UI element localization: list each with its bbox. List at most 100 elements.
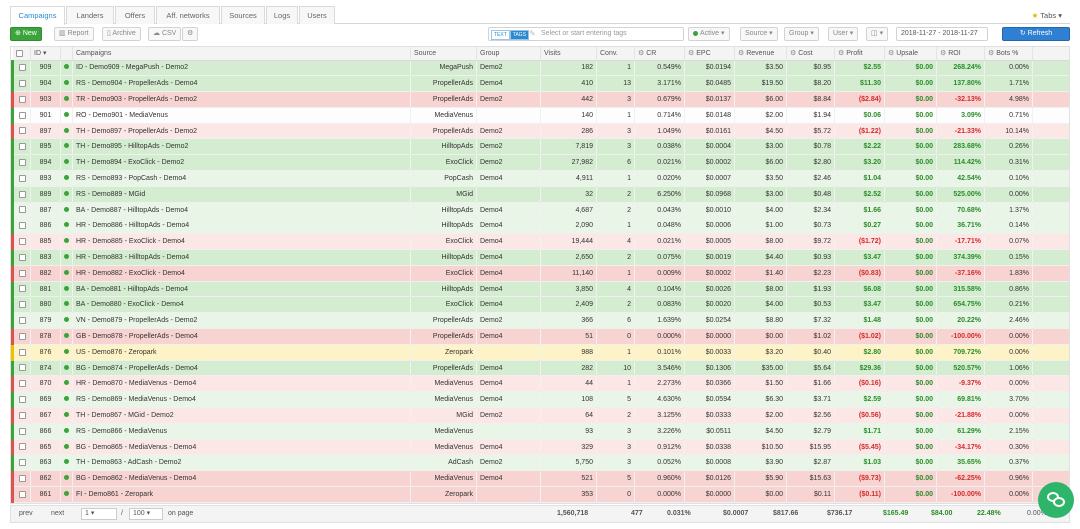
table-row[interactable]: 903 TR - Demo903 - PropellerAds - Demo2 Pr… <box>11 91 1069 108</box>
table-row[interactable]: 862 BG - Demo862 - MediaVenus - Demo4 Medi… <box>11 470 1069 488</box>
table-row[interactable]: 885 HR - Demo885 - ExoClick - Demo4 ExoCli… <box>11 233 1069 251</box>
col-campaigns[interactable]: Campaigns <box>72 47 411 61</box>
row-checkbox[interactable] <box>11 107 31 124</box>
cell-name[interactable]: TH - Demo897 - PropellerAds - Demo2 <box>72 123 411 140</box>
col-conv[interactable]: Conv. <box>596 47 635 61</box>
cell-name[interactable]: HR - Demo882 - ExoClick - Demo4 <box>72 265 411 282</box>
table-row[interactable]: 904 RS - Demo904 - PropellerAds - Demo4 Pr… <box>11 75 1069 93</box>
cell-name[interactable]: BA - Demo887 - HilltopAds - Demo4 <box>72 202 411 219</box>
row-checkbox[interactable] <box>11 281 31 298</box>
table-row[interactable]: 867 TH - Demo867 - MGid - Demo2 MGid Demo2 6… <box>11 407 1069 424</box>
cell-name[interactable]: ID - Demo909 - MegaPush - Demo2 <box>72 60 411 77</box>
row-checkbox[interactable] <box>11 439 31 456</box>
table-row[interactable]: 869 RS - Demo869 - MediaVenus - Demo4 Medi… <box>11 391 1069 409</box>
tab-offers[interactable]: Offers <box>115 6 155 24</box>
cell-name[interactable]: TH - Demo863 - AdCash - Demo2 <box>72 454 411 472</box>
row-checkbox[interactable] <box>11 170 31 187</box>
row-checkbox[interactable] <box>11 296 31 314</box>
per-page-select[interactable]: 100 ▾ <box>129 508 163 520</box>
tab-landers[interactable]: Landers <box>66 6 114 24</box>
row-checkbox[interactable] <box>11 60 31 77</box>
cell-name[interactable]: RS - Demo904 - PropellerAds - Demo4 <box>72 75 411 93</box>
csv-button[interactable]: ☁ CSV <box>148 27 182 41</box>
row-checkbox[interactable] <box>11 423 31 440</box>
table-row[interactable]: 879 VN - Demo879 - PropellerAds - Demo2 Pr… <box>11 312 1069 330</box>
col-revenue[interactable]: ⚙ Revenue <box>734 47 787 61</box>
row-checkbox[interactable] <box>11 454 31 472</box>
table-row[interactable]: 886 HR - Demo886 - HilltopAds - Demo4 Hill… <box>11 217 1069 235</box>
cell-name[interactable]: US - Demo876 - Zeropark <box>72 344 411 361</box>
table-row[interactable]: 881 BA - Demo881 - HilltopAds - Demo4 Hill… <box>11 281 1069 298</box>
cell-name[interactable]: TH - Demo867 - MGid - Demo2 <box>72 407 411 424</box>
col-epc[interactable]: ⚙ EPC <box>684 47 735 61</box>
cell-name[interactable]: HR - Demo886 - HilltopAds - Demo4 <box>72 217 411 235</box>
row-checkbox[interactable] <box>11 486 31 503</box>
cell-name[interactable]: BA - Demo881 - HilltopAds - Demo4 <box>72 281 411 298</box>
source-filter[interactable]: Source ▾ <box>740 27 778 41</box>
col-cost[interactable]: ⚙ Cost <box>786 47 835 61</box>
cell-name[interactable]: FI - Demo861 - Zeropark <box>72 486 411 503</box>
date-range-picker[interactable]: 2018-11-27 - 2018-11-27 <box>896 27 988 41</box>
columns-button[interactable]: ◫ ▾ <box>866 27 889 41</box>
row-checkbox[interactable] <box>11 123 31 140</box>
table-row[interactable]: 893 RS - Demo893 - PopCash - Demo4 PopCash… <box>11 170 1069 187</box>
cell-name[interactable]: HR - Demo870 - MediaVenus - Demo4 <box>72 375 411 393</box>
prev-page-link[interactable]: prev <box>19 510 33 517</box>
cell-name[interactable]: TR - Demo903 - PropellerAds - Demo2 <box>72 91 411 108</box>
table-row[interactable]: 909 ID - Demo909 - MegaPush - Demo2 MegaPu… <box>11 60 1069 77</box>
cell-name[interactable]: BG - Demo865 - MediaVenus - Demo4 <box>72 439 411 456</box>
col-roi[interactable]: ⚙ ROI <box>936 47 985 61</box>
settings-button[interactable]: ⚙ <box>182 27 199 41</box>
refresh-button[interactable]: ↻ Refresh <box>1002 27 1070 41</box>
row-checkbox[interactable] <box>11 75 31 93</box>
table-row[interactable]: 865 BG - Demo865 - MediaVenus - Demo4 Medi… <box>11 439 1069 456</box>
row-checkbox[interactable] <box>11 249 31 266</box>
row-checkbox[interactable] <box>11 328 31 345</box>
table-row[interactable]: 901 RO - Demo901 - MediaVenus MediaVenus 14… <box>11 107 1069 124</box>
table-row[interactable]: 883 HR - Demo883 - HilltopAds - Demo4 Hill… <box>11 249 1069 266</box>
table-row[interactable]: 889 RS - Demo889 - MGid MGid 32 2 6.250% $0.09… <box>11 186 1069 203</box>
archive-button[interactable]: ▯ Archive <box>102 27 141 41</box>
table-row[interactable]: 887 BA - Demo887 - HilltopAds - Demo4 Hill… <box>11 202 1069 219</box>
chat-widget-button[interactable] <box>1038 482 1074 518</box>
row-checkbox[interactable] <box>11 391 31 409</box>
select-all-checkbox[interactable] <box>12 47 31 61</box>
tag-filter[interactable]: TEXT TAGS ✎ Select or start entering tags <box>488 27 684 41</box>
cell-name[interactable]: VN - Demo879 - PropellerAds - Demo2 <box>72 312 411 330</box>
row-checkbox[interactable] <box>11 217 31 235</box>
col-cr[interactable]: ⚙ CR <box>634 47 685 61</box>
tab-aff-networks[interactable]: Aff. networks <box>156 6 220 24</box>
tab-campaigns[interactable]: Campaigns <box>10 6 65 25</box>
tag-mode-toggle[interactable]: TEXT TAGS <box>491 30 530 40</box>
row-checkbox[interactable] <box>11 91 31 108</box>
row-checkbox[interactable] <box>11 344 31 361</box>
tag-input[interactable]: Select or start entering tags <box>541 30 627 37</box>
cell-name[interactable]: RS - Demo869 - MediaVenus - Demo4 <box>72 391 411 409</box>
table-row[interactable]: 897 TH - Demo897 - PropellerAds - Demo2 Pr… <box>11 123 1069 140</box>
table-row[interactable]: 866 RS - Demo866 - MediaVenus MediaVenus 93… <box>11 423 1069 440</box>
cell-name[interactable]: GB - Demo878 - PropellerAds - Demo4 <box>72 328 411 345</box>
cell-name[interactable]: BG - Demo862 - MediaVenus - Demo4 <box>72 470 411 488</box>
row-checkbox[interactable] <box>11 360 31 377</box>
row-checkbox[interactable] <box>11 470 31 488</box>
row-checkbox[interactable] <box>11 375 31 393</box>
tab-sources[interactable]: Sources <box>221 6 265 24</box>
cell-name[interactable]: TH - Demo894 - ExoClick - Demo2 <box>72 154 411 172</box>
col-source[interactable]: Source <box>410 47 477 61</box>
new-button[interactable]: ⊕ New <box>10 27 42 41</box>
table-row[interactable]: 863 TH - Demo863 - AdCash - Demo2 AdCash De… <box>11 454 1069 472</box>
cell-name[interactable]: HR - Demo883 - HilltopAds - Demo4 <box>72 249 411 266</box>
col-id[interactable]: ID ▾ <box>30 47 61 61</box>
cell-name[interactable]: TH - Demo895 - HilltopAds - Demo2 <box>72 138 411 156</box>
cell-name[interactable]: HR - Demo885 - ExoClick - Demo4 <box>72 233 411 251</box>
cell-name[interactable]: BA - Demo880 - ExoClick - Demo4 <box>72 296 411 314</box>
row-checkbox[interactable] <box>11 138 31 156</box>
cell-name[interactable]: BG - Demo874 - PropellerAds - Demo4 <box>72 360 411 377</box>
table-row[interactable]: 876 US - Demo876 - Zeropark Zeropark 988 1 0.… <box>11 344 1069 361</box>
cell-name[interactable]: RS - Demo866 - MediaVenus <box>72 423 411 440</box>
row-checkbox[interactable] <box>11 233 31 251</box>
table-row[interactable]: 882 HR - Demo882 - ExoClick - Demo4 ExoCli… <box>11 265 1069 282</box>
report-button[interactable]: ▥ Report <box>54 27 94 41</box>
cell-name[interactable]: RS - Demo893 - PopCash - Demo4 <box>72 170 411 187</box>
group-filter[interactable]: Group ▾ <box>784 27 819 41</box>
